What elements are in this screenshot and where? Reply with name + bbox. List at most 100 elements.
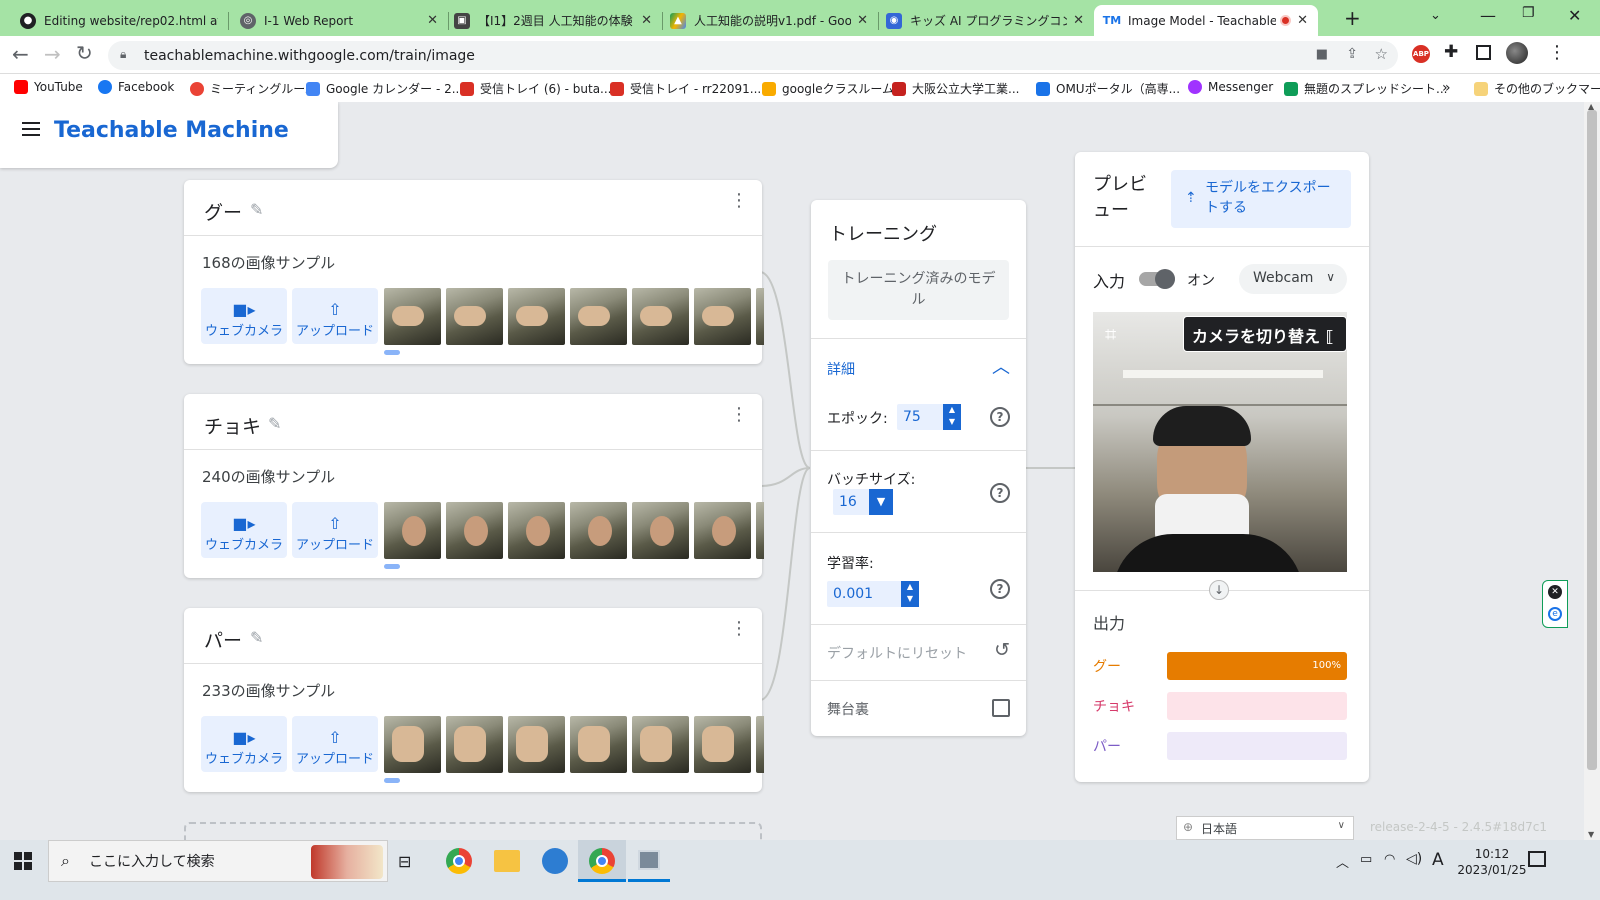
minimize-icon[interactable]: — bbox=[1480, 6, 1496, 25]
hamburger-menu-icon[interactable] bbox=[22, 122, 40, 136]
more-bookmarks-icon[interactable]: » bbox=[1442, 80, 1451, 96]
share-icon[interactable]: ⇪ bbox=[1346, 46, 1358, 62]
batch-size-select[interactable]: 16 ▼ bbox=[833, 489, 893, 515]
sample-thumbnail[interactable] bbox=[446, 502, 503, 559]
sample-thumbnail[interactable] bbox=[570, 288, 627, 345]
bookmark-university[interactable]: 大阪公立大学工業... bbox=[892, 80, 1019, 97]
switch-camera-tooltip[interactable]: カメラを切り替え ⟦ bbox=[1183, 316, 1347, 352]
battery-icon[interactable]: ▭ bbox=[1360, 852, 1372, 867]
bookmark-youtube[interactable]: YouTube bbox=[14, 80, 83, 94]
export-model-button[interactable]: ⇡ モデルをエクスポートする bbox=[1171, 170, 1351, 228]
notification-icon[interactable] bbox=[1528, 851, 1546, 867]
chart-icon[interactable] bbox=[992, 699, 1010, 717]
sample-thumbnail[interactable] bbox=[384, 716, 441, 773]
sample-thumbnail[interactable] bbox=[756, 716, 764, 773]
thumbnail-scroll-indicator[interactable] bbox=[384, 778, 400, 783]
close-tab-icon[interactable]: ✕ bbox=[1073, 13, 1084, 28]
help-icon[interactable]: ? bbox=[990, 579, 1010, 599]
close-icon[interactable]: ✕ bbox=[1548, 585, 1562, 599]
close-tab-icon[interactable]: ✕ bbox=[641, 13, 652, 28]
tab-teachable[interactable]: TM Image Model - Teachable ✕ bbox=[1094, 5, 1318, 36]
close-tab-icon[interactable]: ✕ bbox=[1297, 13, 1308, 28]
app-title[interactable]: Teachable Machine bbox=[54, 118, 289, 143]
tab-web-report[interactable]: ◎ I-1 Web Report ✕ bbox=[230, 5, 448, 36]
clock[interactable]: 10:12 2023/01/25 bbox=[1456, 846, 1528, 878]
sample-thumbnail[interactable] bbox=[632, 716, 689, 773]
bookmark-star-icon[interactable]: ☆ bbox=[1375, 45, 1388, 63]
new-tab-icon[interactable]: + bbox=[1344, 6, 1361, 30]
restore-icon[interactable]: ❐ bbox=[1522, 5, 1535, 21]
class-options-icon[interactable]: ⋮ bbox=[730, 406, 748, 424]
other-bookmarks[interactable]: その他のブックマーク bbox=[1474, 80, 1600, 97]
chrome-icon[interactable] bbox=[446, 848, 472, 874]
sample-thumbnail[interactable] bbox=[508, 502, 565, 559]
adblock-icon[interactable]: ABP bbox=[1412, 45, 1430, 63]
task-view-icon[interactable]: ⊟ bbox=[398, 852, 411, 871]
upload-button[interactable]: ⇧ アップロード bbox=[292, 288, 378, 344]
source-dropdown[interactable]: Webcam ∨ bbox=[1239, 264, 1347, 294]
bookmark-facebook[interactable]: Facebook bbox=[98, 80, 174, 94]
taskbar-search[interactable]: ⌕ ここに入力して検索 bbox=[48, 840, 388, 882]
profile-avatar[interactable] bbox=[1506, 42, 1528, 64]
sample-thumbnails[interactable] bbox=[384, 502, 764, 559]
tab-classroom[interactable]: ▣ 【I1】2週目 人工知能の体験 · 2 ✕ bbox=[444, 5, 662, 36]
class-name[interactable]: チョキ bbox=[204, 412, 261, 439]
help-icon[interactable]: ? bbox=[990, 483, 1010, 503]
app-icon[interactable] bbox=[542, 848, 568, 874]
sample-thumbnail[interactable] bbox=[756, 502, 764, 559]
sample-thumbnail[interactable] bbox=[756, 288, 764, 345]
reset-defaults[interactable]: デフォルトにリセット ↺ bbox=[811, 624, 1026, 680]
sample-thumbnail[interactable] bbox=[384, 288, 441, 345]
dropdown-arrow-icon[interactable]: ▼ bbox=[869, 489, 893, 515]
bookmark-omu-portal[interactable]: OMUポータル（高専... bbox=[1036, 80, 1180, 97]
sample-thumbnail[interactable] bbox=[694, 716, 751, 773]
train-model-button[interactable]: トレーニング済みのモデル bbox=[828, 260, 1009, 320]
upload-button[interactable]: ⇧ アップロード bbox=[292, 502, 378, 558]
class-name[interactable]: パー bbox=[204, 626, 242, 653]
webcam-button[interactable]: ■▸ ウェブカメラ bbox=[201, 716, 287, 772]
epochs-input[interactable]: 75 ▲ ▼ bbox=[897, 404, 961, 430]
forward-icon[interactable]: → bbox=[44, 42, 61, 66]
wifi-icon[interactable]: ◠ bbox=[1384, 852, 1395, 867]
bookmark-classroom[interactable]: googleクラスルーム bbox=[762, 80, 894, 97]
reload-icon[interactable]: ↻ bbox=[76, 41, 93, 65]
scroll-down-icon[interactable]: ▼ bbox=[1588, 830, 1594, 839]
sample-thumbnail[interactable] bbox=[570, 502, 627, 559]
taskbar-active-chrome[interactable] bbox=[578, 840, 626, 882]
ime-indicator[interactable]: A bbox=[1432, 850, 1444, 870]
taskbar-snipping[interactable] bbox=[628, 840, 670, 882]
bookmark-calendar[interactable]: Google カレンダー - 2... bbox=[306, 80, 463, 97]
webcam-button[interactable]: ■▸ ウェブカメラ bbox=[201, 288, 287, 344]
sample-thumbnail[interactable] bbox=[508, 288, 565, 345]
tab-kids-ai[interactable]: ◉ キッズ AI プログラミングコンテスト ✕ bbox=[876, 5, 1094, 36]
file-explorer-icon[interactable] bbox=[494, 850, 520, 872]
class-options-icon[interactable]: ⋮ bbox=[730, 192, 748, 210]
webcam-button[interactable]: ■▸ ウェブカメラ bbox=[201, 502, 287, 558]
tab-search-icon[interactable]: ⌄ bbox=[1430, 8, 1441, 23]
sample-thumbnail[interactable] bbox=[508, 716, 565, 773]
edit-pencil-icon[interactable]: ✎ bbox=[268, 414, 281, 433]
sample-thumbnail[interactable] bbox=[632, 502, 689, 559]
close-tab-icon[interactable]: ✕ bbox=[427, 13, 438, 28]
sample-thumbnail[interactable] bbox=[446, 288, 503, 345]
chevron-up-icon[interactable]: ︿ bbox=[992, 353, 1010, 379]
bookmark-spreadsheet[interactable]: 無題のスプレッドシート... bbox=[1284, 80, 1447, 97]
edge-icon[interactable]: e bbox=[1548, 607, 1562, 621]
class-name[interactable]: グー bbox=[204, 198, 242, 225]
tray-chevron-icon[interactable]: ︿ bbox=[1336, 852, 1349, 871]
sample-thumbnails[interactable] bbox=[384, 288, 764, 345]
edit-pencil-icon[interactable]: ✎ bbox=[250, 200, 263, 219]
history-icon[interactable]: ↺ bbox=[994, 639, 1010, 661]
language-select[interactable]: ⊕ 日本語 ∨ bbox=[1176, 816, 1354, 840]
sample-thumbnail[interactable] bbox=[694, 502, 751, 559]
scroll-thumb[interactable] bbox=[1587, 110, 1597, 770]
bookmark-meeting-room[interactable]: ミーティングルーム bbox=[190, 80, 317, 97]
learning-rate-input[interactable]: 0.001 ▲ ▼ bbox=[827, 581, 919, 607]
advanced-toggle[interactable]: 詳細 ︿ bbox=[811, 338, 1026, 398]
bookmark-gmail-1[interactable]: 受信トレイ (6) - buta... bbox=[460, 80, 612, 97]
close-window-icon[interactable]: ✕ bbox=[1568, 6, 1581, 25]
upload-button[interactable]: ⇧ アップロード bbox=[292, 716, 378, 772]
sample-thumbnail[interactable] bbox=[632, 288, 689, 345]
extensions-icon[interactable]: ✚ bbox=[1444, 42, 1458, 62]
page-scrollbar[interactable]: ▲ ▼ bbox=[1584, 102, 1600, 859]
